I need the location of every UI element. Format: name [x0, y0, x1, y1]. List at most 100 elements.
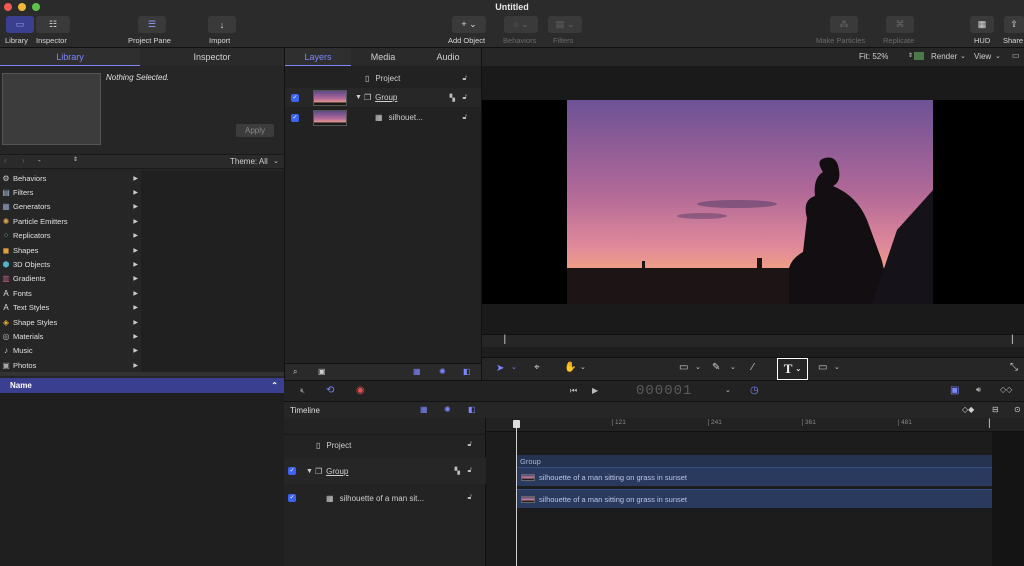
forward-icon[interactable]: › [22, 156, 25, 165]
category-item[interactable]: ◈ Shape Styles ▶ [0, 315, 141, 329]
category-item[interactable]: ▥ Gradients ▶ [0, 272, 141, 286]
lock-icon[interactable]: 🔓︎ [467, 467, 472, 475]
checkbox-checked-icon[interactable]: ✓ [288, 494, 296, 502]
mask-tool-icon[interactable]: ▭ [818, 362, 827, 373]
chevron-down-icon[interactable]: ⌄ [580, 363, 586, 371]
checkbox-checked-icon[interactable]: ✓ [291, 113, 299, 122]
checkbox-checked-icon[interactable]: ✓ [291, 93, 299, 102]
video-preview[interactable] [567, 100, 933, 304]
category-item[interactable]: ✺ Particle Emitters ▶ [0, 214, 141, 228]
mask-icon[interactable]: ▚ [455, 467, 460, 475]
timeline-row-group[interactable]: ✓ ▼ ❐ Group ▚ 🔓︎ [284, 458, 486, 484]
behaviors-button[interactable]: ○ ⌄ [504, 16, 538, 33]
tab-inspector[interactable]: Inspector [140, 48, 284, 66]
lock-icon[interactable]: 🔓︎ [462, 75, 467, 83]
category-item[interactable]: ▦ Generators ▶ [0, 200, 141, 214]
lock-icon[interactable]: 🔓︎ [462, 114, 467, 122]
category-item[interactable]: ♪ Music ▶ [0, 344, 141, 358]
group-track-bar[interactable]: Group [517, 455, 992, 467]
expand-icon[interactable]: ▭ [1012, 51, 1020, 60]
lock-icon[interactable]: 🔓︎ [467, 494, 472, 502]
back-icon[interactable]: ‹ [4, 156, 7, 165]
path-select-stepper-icon[interactable]: ⇕ [73, 156, 78, 163]
record-icon[interactable]: ◉ [356, 385, 365, 396]
effects-icon[interactable]: ✺ [444, 405, 451, 414]
masks-icon[interactable]: ◧ [463, 367, 471, 376]
out-point-marker-icon[interactable]: ▏ [989, 419, 995, 428]
category-item[interactable]: ⁘ Replicators ▶ [0, 229, 141, 243]
tab-media[interactable]: Media [351, 48, 415, 66]
chevron-down-icon[interactable]: ⌄ [695, 363, 701, 371]
timeline-row-clip[interactable]: ✓ ▦ silhouette of a man sit... 🔓︎ [284, 487, 486, 509]
import-button[interactable]: ↓ [208, 16, 236, 33]
chevron-down-icon[interactable]: ⌄ [995, 52, 1001, 60]
stepper-icon[interactable]: ⇕ [908, 52, 913, 59]
tab-audio[interactable]: Audio [415, 48, 481, 66]
share-button[interactable]: ⇧ [1004, 16, 1024, 33]
category-item[interactable]: ◎ Materials ▶ [0, 329, 141, 343]
tab-library[interactable]: Library [0, 48, 140, 66]
paint-stroke-icon[interactable]: ⁄ [752, 362, 754, 373]
timeline-ruler[interactable]: 121 241 361 481 ▏ [486, 418, 1024, 432]
category-item[interactable]: ⚙ Behaviors ▶ [0, 171, 141, 185]
keyframe-icon[interactable]: ◇◆ [962, 405, 974, 414]
layer-row-project[interactable]: ▯ Project 🔓︎ [285, 69, 481, 88]
view-menu[interactable]: View [974, 52, 991, 61]
snapping-icon[interactable]: ⊟ [992, 405, 999, 414]
category-item[interactable]: A Fonts ▶ [0, 286, 141, 300]
color-channel-icon[interactable] [914, 52, 924, 60]
grid-view-icon[interactable]: ▦ [413, 367, 421, 376]
fit-zoom-select[interactable]: Fit: 52% [859, 52, 888, 61]
replicate-button[interactable]: ⌘ [886, 16, 914, 33]
mask-icon[interactable]: ▚ [450, 94, 455, 102]
timeline-row-project[interactable]: ▯ Project 🔓︎ [284, 434, 486, 455]
select-arrow-icon[interactable]: ➤ [496, 363, 504, 374]
clip-bar[interactable]: silhouette of a man sitting on grass in … [517, 467, 992, 486]
rectangle-tool-icon[interactable]: ▭ [679, 362, 688, 373]
effects-icon[interactable]: ✺ [439, 367, 446, 376]
chevron-down-icon[interactable]: ⌄ [273, 157, 279, 165]
render-menu[interactable]: Render [931, 52, 957, 61]
hand-icon[interactable]: ✋ [564, 362, 576, 373]
library-toggle-button[interactable]: ▭ [6, 16, 34, 33]
play-icon[interactable]: ▶ [592, 386, 598, 395]
loop-icon[interactable]: ⟲ [326, 385, 334, 396]
chevron-down-icon[interactable]: ⌄ [834, 363, 840, 371]
library-path-select[interactable]: - [38, 156, 41, 165]
fullscreen-icon[interactable]: ⤡ [1010, 362, 1018, 373]
theme-select[interactable]: Theme: All [230, 157, 268, 166]
pane-splitter[interactable] [0, 372, 284, 376]
zoom-icon[interactable]: ⊙ [1014, 405, 1021, 414]
inspector-toggle-button[interactable]: ☷ [36, 16, 70, 33]
playhead-marker-icon[interactable]: ▕ [499, 335, 505, 344]
category-item[interactable]: A Text Styles ▶ [0, 301, 141, 315]
chevron-down-icon[interactable]: ⌄ [960, 52, 966, 60]
canvas-scrubber[interactable]: ▕ ▏ [482, 334, 1024, 347]
end-marker-icon[interactable]: ▏ [1012, 335, 1018, 344]
hud-button[interactable]: ▦ [970, 16, 994, 33]
keyframe-nav-icon[interactable]: ◇◇ [1000, 385, 1012, 394]
disclosure-open-icon[interactable]: ▼ [355, 94, 362, 101]
chevron-down-icon[interactable]: ⌄ [730, 363, 736, 371]
chevron-down-icon[interactable]: ⌄ [725, 386, 731, 394]
make-particles-button[interactable]: ⁂ [830, 16, 858, 33]
lock-icon[interactable]: 🔓︎ [467, 441, 472, 449]
checkbox-checked-icon[interactable]: ✓ [288, 467, 296, 475]
category-item[interactable]: ◼ Shapes ▶ [0, 243, 141, 257]
category-item[interactable]: ⬢ 3D Objects ▶ [0, 257, 141, 271]
masks-icon[interactable]: ◧ [468, 405, 476, 414]
add-object-button[interactable]: + ⌄ [452, 16, 486, 33]
playhead-handle-icon[interactable] [513, 420, 520, 428]
tab-layers[interactable]: Layers [285, 48, 351, 66]
audio-icon[interactable]: 🔊︎ [976, 385, 981, 395]
apply-button[interactable]: Apply [236, 124, 274, 137]
frame-rate-icon[interactable]: ◷ [750, 385, 759, 396]
go-to-start-icon[interactable]: ⏮ [570, 386, 577, 396]
audio-mute-icon[interactable]: 🔇︎ [300, 386, 305, 396]
layer-row-clip[interactable]: ✓ ▦ silhouet... 🔓︎ [285, 108, 481, 127]
layer-row-group[interactable]: ✓ ▼ ❐ Group ▚ 🔓︎ [285, 88, 481, 107]
transform-icon[interactable]: ⌖ [534, 362, 540, 373]
name-column-header[interactable]: Name ⌃ [0, 378, 284, 393]
chevron-down-icon[interactable]: ⌄ [511, 363, 517, 371]
add-layer-icon[interactable]: ▣ [318, 367, 326, 376]
